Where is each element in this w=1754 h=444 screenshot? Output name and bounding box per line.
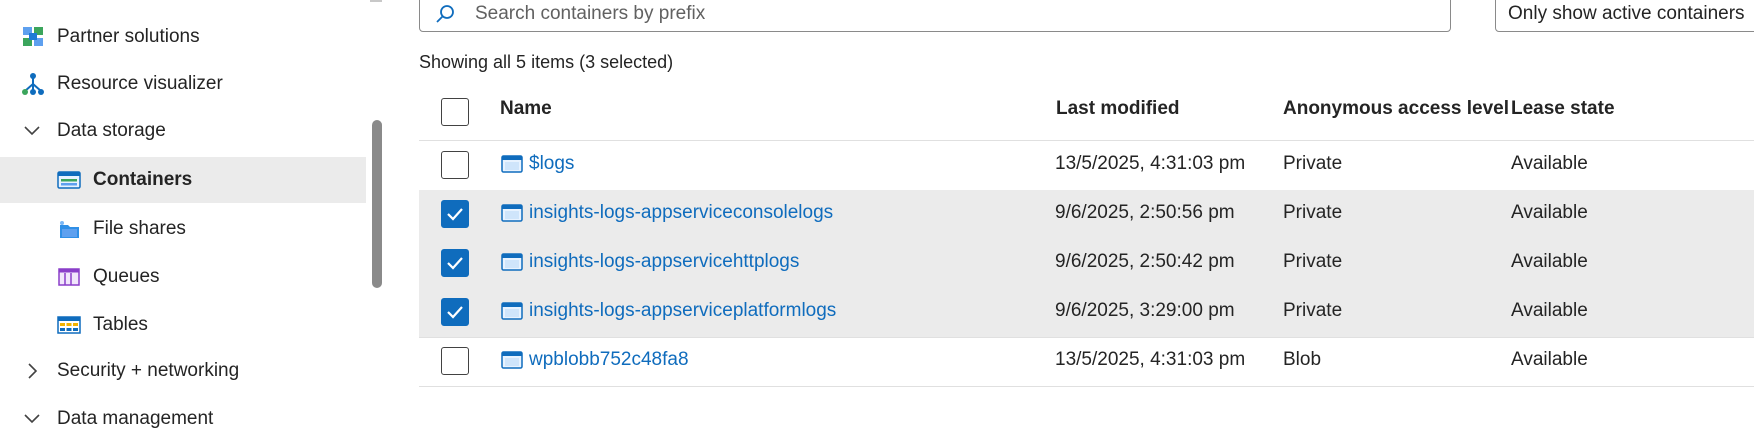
sidebar-item-resource-visualizer[interactable]: Resource visualizer: [0, 61, 366, 107]
sidebar-item-containers[interactable]: Containers: [0, 157, 366, 203]
last-modified-cell: 9/6/2025, 2:50:42 pm: [1055, 251, 1235, 272]
access-level-cell: Private: [1283, 202, 1343, 223]
container-icon: [501, 204, 523, 222]
table-row[interactable]: wpblobb752c48fa8 13/5/2025, 4:31:03 pm Blo…: [419, 337, 1754, 387]
column-header-name[interactable]: Name: [500, 98, 552, 120]
table-row[interactable]: $logs 13/5/2025, 4:31:03 pm Private Availab…: [419, 141, 1754, 191]
lease-state-cell: Available: [1511, 300, 1588, 321]
access-level-cell: Private: [1283, 251, 1343, 272]
sidebar-item-partner-solutions[interactable]: Partner solutions: [0, 14, 366, 60]
sidebar-item-tables[interactable]: Tables: [0, 302, 366, 348]
sidebar-scrollbar[interactable]: [372, 120, 382, 288]
resource-visualizer-icon: [20, 71, 46, 97]
scrollbar-arrow[interactable]: [370, 0, 382, 2]
checkmark-icon: [447, 257, 463, 270]
table-header: Name Last modified Anonymous access leve…: [419, 84, 1754, 141]
main-content: Search containers by prefix Only show ac…: [388, 0, 1754, 444]
file-shares-icon: [56, 216, 82, 242]
table-row[interactable]: insights-logs-appservicehttplogs 9/6/2025…: [419, 239, 1754, 289]
sidebar-item-label: File shares: [93, 218, 186, 239]
row-checkbox[interactable]: [441, 249, 469, 277]
last-modified-cell: 13/5/2025, 4:31:03 pm: [1055, 349, 1246, 370]
tables-icon: [56, 312, 82, 338]
table-row[interactable]: insights-logs-appserviceplatformlogs 9/6/…: [419, 288, 1754, 338]
only-show-active-containers-button[interactable]: Only show active containers: [1495, 0, 1754, 32]
column-header-last-modified[interactable]: Last modified: [1056, 98, 1180, 120]
access-level-cell: Private: [1283, 300, 1343, 321]
chevron-down-icon: [24, 126, 40, 136]
sidebar-group-data-management[interactable]: Data management: [0, 396, 366, 442]
sidebar-group-label: Data management: [57, 408, 214, 429]
checkmark-icon: [447, 208, 463, 221]
lease-state-cell: Available: [1511, 349, 1588, 370]
container-name-link[interactable]: insights-logs-appservicehttplogs: [529, 251, 799, 273]
sidebar: Partner solutions Resource visualizer Da…: [0, 0, 388, 444]
sidebar-item-label: Resource visualizer: [57, 73, 223, 94]
column-header-access-level[interactable]: Anonymous access level: [1283, 98, 1509, 120]
container-icon: [501, 351, 523, 369]
container-name-link[interactable]: wpblobb752c48fa8: [529, 349, 689, 371]
queues-icon: [56, 264, 82, 290]
access-level-cell: Private: [1283, 153, 1343, 174]
search-placeholder: Search containers by prefix: [475, 3, 706, 24]
sidebar-item-label: Partner solutions: [57, 26, 200, 47]
items-summary: Showing all 5 items (3 selected): [419, 52, 674, 72]
container-name-link[interactable]: insights-logs-appserviceconsolelogs: [529, 202, 833, 224]
lease-state-cell: Available: [1511, 202, 1588, 223]
container-name-link[interactable]: $logs: [529, 153, 574, 175]
chevron-right-icon: [28, 363, 38, 379]
lease-state-cell: Available: [1511, 153, 1588, 174]
sidebar-group-label: Data storage: [57, 120, 166, 141]
container-icon: [501, 302, 523, 320]
column-header-lease-state[interactable]: Lease state: [1511, 98, 1615, 120]
partner-solutions-icon: [20, 24, 46, 50]
container-icon: [501, 155, 523, 173]
container-name-link[interactable]: insights-logs-appserviceplatformlogs: [529, 300, 836, 322]
checkmark-icon: [447, 306, 463, 319]
sidebar-item-queues[interactable]: Queues: [0, 254, 366, 300]
containers-icon: [56, 167, 82, 193]
row-checkbox[interactable]: [441, 200, 469, 228]
last-modified-cell: 13/5/2025, 4:31:03 pm: [1055, 153, 1246, 174]
sidebar-group-security-networking[interactable]: Security + networking: [0, 348, 366, 394]
lease-state-cell: Available: [1511, 251, 1588, 272]
select-all-checkbox[interactable]: [441, 98, 469, 126]
sidebar-item-label: Containers: [93, 169, 193, 190]
search-input[interactable]: Search containers by prefix: [419, 0, 1451, 32]
row-checkbox[interactable]: [441, 298, 469, 326]
sidebar-group-data-storage[interactable]: Data storage: [0, 108, 366, 154]
sidebar-item-label: Queues: [93, 266, 160, 287]
access-level-cell: Blob: [1283, 349, 1322, 370]
row-checkbox[interactable]: [441, 151, 469, 179]
last-modified-cell: 9/6/2025, 3:29:00 pm: [1055, 300, 1235, 321]
container-icon: [501, 253, 523, 271]
sidebar-group-label: Security + networking: [57, 360, 240, 381]
sidebar-item-label: Tables: [93, 314, 148, 335]
last-modified-cell: 9/6/2025, 2:50:56 pm: [1055, 202, 1235, 223]
row-checkbox[interactable]: [441, 347, 469, 375]
sidebar-item-file-shares[interactable]: File shares: [0, 206, 366, 252]
table-row[interactable]: insights-logs-appserviceconsolelogs 9/6/2…: [419, 190, 1754, 240]
search-icon: [436, 5, 454, 23]
chevron-down-icon: [24, 414, 40, 424]
